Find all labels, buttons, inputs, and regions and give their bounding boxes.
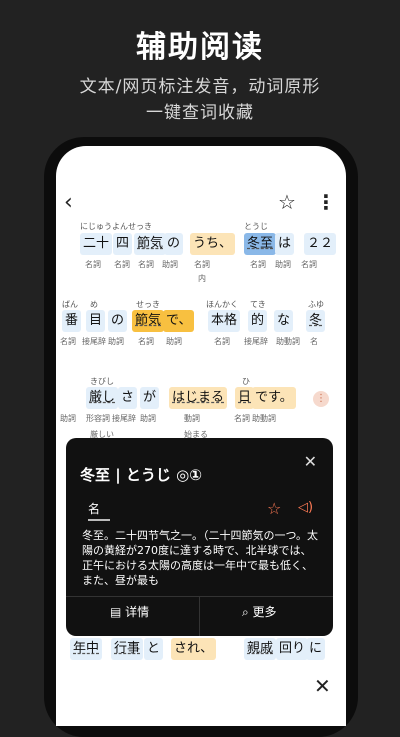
ruby-text: ほんかく bbox=[206, 300, 238, 309]
pos-label: 接尾辞 bbox=[82, 337, 106, 346]
popup-definition: 冬至。二十四节气之一。（二十四節気の一つ。太陽の黄経が270度に達する時で、北半… bbox=[82, 529, 319, 587]
search-icon: ⌕ bbox=[242, 605, 253, 619]
hero-subtitle-1: 文本/网页标注发音，动词原形 bbox=[79, 77, 321, 97]
ruby-text: ふゆ bbox=[308, 300, 324, 309]
more-dots-icon[interactable]: ⋮ bbox=[313, 391, 329, 407]
word-token[interactable]: です。 bbox=[252, 387, 296, 409]
close-icon[interactable]: ✕ bbox=[304, 452, 317, 471]
lemma-label: 内 bbox=[198, 274, 206, 283]
ruby-text: せっき bbox=[136, 300, 160, 309]
word-token[interactable]: 二十 bbox=[80, 233, 113, 255]
word-token[interactable]: の bbox=[164, 233, 184, 255]
word-token[interactable]: 目 bbox=[86, 310, 106, 332]
pos-label: 名詞 bbox=[234, 414, 250, 423]
pos-label: 助詞 bbox=[140, 414, 156, 423]
pos-label: 助動詞 bbox=[252, 414, 276, 423]
pos-label: 名詞 bbox=[194, 260, 210, 269]
word-token[interactable]: 冬 bbox=[306, 310, 326, 332]
ruby-text: てき bbox=[250, 300, 266, 309]
ruby-text: きびし bbox=[90, 377, 114, 386]
word-token[interactable]: 節気 bbox=[134, 233, 167, 255]
divider bbox=[199, 596, 200, 636]
word-token[interactable]: され、 bbox=[171, 638, 217, 660]
more-label: 更多 bbox=[252, 605, 277, 619]
word-token[interactable]: 番 bbox=[62, 310, 82, 332]
pos-label: 名詞 bbox=[60, 337, 76, 346]
back-icon[interactable]: ‹ bbox=[64, 190, 73, 215]
pos-label: 名詞 bbox=[250, 260, 266, 269]
word-token[interactable]: 的 bbox=[248, 310, 268, 332]
word-token[interactable]: 行事 bbox=[111, 638, 144, 660]
word-token[interactable]: はじまる bbox=[169, 387, 228, 409]
favorite-icon[interactable]: ☆ bbox=[278, 190, 296, 214]
pos-label: 動詞 bbox=[184, 414, 200, 423]
bottom-bar bbox=[56, 660, 346, 726]
word-token[interactable]: ２２ bbox=[304, 233, 337, 255]
pos-label: 助詞 bbox=[60, 414, 76, 423]
word-token[interactable]: な bbox=[274, 310, 294, 332]
pos-label: 助詞 bbox=[166, 337, 182, 346]
speaker-icon[interactable]: ◁) bbox=[298, 500, 313, 515]
detail-button[interactable]: ▤ 详情 bbox=[110, 603, 149, 620]
pos-label: 名詞 bbox=[214, 337, 230, 346]
star-icon[interactable]: ☆ bbox=[267, 499, 281, 518]
pos-label: 助詞 bbox=[108, 337, 124, 346]
word-token[interactable]: は bbox=[275, 233, 295, 255]
hero-subtitle-2: 一键查词收藏 bbox=[146, 103, 254, 123]
pos-label: 名詞 bbox=[114, 260, 130, 269]
pos-tag[interactable]: 名 bbox=[88, 500, 110, 521]
word-token[interactable]: 親戚 bbox=[244, 638, 277, 660]
word-token[interactable]: 年中 bbox=[70, 638, 103, 660]
ruby-text: め bbox=[90, 300, 98, 309]
pos-label: 名詞 bbox=[85, 260, 101, 269]
pos-label: 名詞 bbox=[301, 260, 317, 269]
pos-label: 名詞 bbox=[138, 337, 154, 346]
ruby-text: にじゅうよんせっき bbox=[80, 222, 152, 231]
word-token[interactable]: で、 bbox=[163, 310, 195, 332]
document-icon: ▤ bbox=[110, 605, 126, 619]
word-token[interactable]: の bbox=[108, 310, 128, 332]
close-icon[interactable]: ✕ bbox=[314, 674, 331, 698]
word-token[interactable]: が bbox=[140, 387, 160, 409]
pos-label: 名詞 bbox=[138, 260, 154, 269]
pos-label: 接尾辞 bbox=[244, 337, 268, 346]
word-token[interactable]: 節気 bbox=[132, 310, 165, 332]
ruby-text: ばん bbox=[62, 300, 78, 309]
pos-label: 助動詞 bbox=[276, 337, 300, 346]
reader-screen: ‹ ☆ ⋮ にじゅうよんせっき とうじ 二十 四 節気 の うち、 冬至 は ２… bbox=[56, 146, 346, 726]
word-token[interactable]: に bbox=[306, 638, 326, 660]
more-icon[interactable]: ⋮ bbox=[316, 190, 336, 214]
word-token[interactable]: 回り bbox=[276, 638, 309, 660]
detail-label: 详情 bbox=[125, 605, 150, 619]
pos-label: 助詞 bbox=[162, 260, 178, 269]
word-token[interactable]: 厳し bbox=[86, 387, 119, 409]
ruby-text: ひ bbox=[242, 377, 250, 386]
word-token-selected[interactable]: 冬至 bbox=[244, 233, 277, 255]
popup-headword: 冬至 | とうじ ◎① bbox=[80, 466, 202, 484]
word-token[interactable]: さ bbox=[118, 387, 138, 409]
pos-label: 助詞 bbox=[275, 260, 291, 269]
word-token[interactable]: と bbox=[144, 638, 164, 660]
hero-title: 辅助阅读 bbox=[136, 30, 264, 65]
word-token[interactable]: 四 bbox=[113, 233, 133, 255]
ruby-text: とうじ bbox=[244, 222, 268, 231]
word-token[interactable]: 本格 bbox=[208, 310, 241, 332]
dictionary-popup: 冬至 | とうじ ◎① ✕ 名 ☆ ◁) 冬至。二十四节气之一。（二十四節気の一… bbox=[66, 438, 333, 636]
more-button[interactable]: ⌕ 更多 bbox=[242, 603, 277, 620]
word-token[interactable]: うち、 bbox=[190, 233, 236, 255]
pos-label: 接尾辞 bbox=[112, 414, 136, 423]
pos-label: 名 bbox=[310, 337, 318, 346]
pos-label: 形容詞 bbox=[86, 414, 110, 423]
